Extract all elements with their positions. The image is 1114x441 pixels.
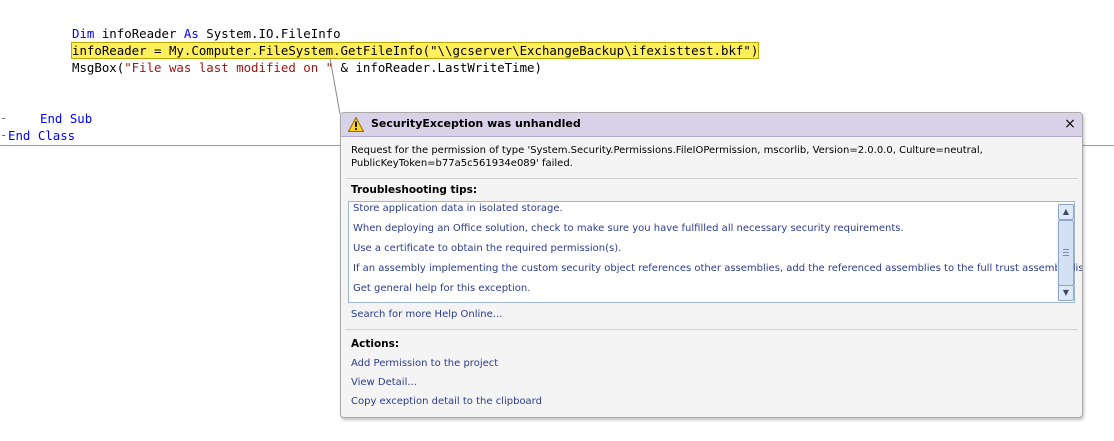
divider [345, 178, 1078, 179]
actions-heading: Actions: [351, 338, 400, 350]
tip-full-trust-assembly[interactable]: If an assembly implementing the custom s… [353, 263, 1082, 274]
add-permission-link[interactable]: Add Permission to the project [351, 358, 498, 369]
scroll-grip [1063, 252, 1069, 253]
scroll-thumb[interactable] [1058, 220, 1074, 286]
scroll-grip [1063, 255, 1069, 256]
close-button[interactable]: × [1063, 116, 1077, 132]
divider [345, 329, 1078, 330]
tip-general-help[interactable]: Get general help for this exception. [353, 283, 530, 294]
warning-icon [348, 117, 364, 132]
scroll-down-button[interactable]: ▼ [1058, 285, 1074, 301]
troubleshooting-heading: Troubleshooting tips: [351, 184, 478, 196]
view-detail-link[interactable]: View Detail... [351, 377, 417, 388]
scroll-up-button[interactable]: ▲ [1058, 204, 1074, 220]
exception-message: Request for the permission of type 'Syst… [351, 145, 983, 169]
exception-header: SecurityException was unhandled × [341, 113, 1082, 137]
troubleshooting-tips-list[interactable]: Store application data in isolated stora… [348, 201, 1082, 303]
tips-scrollbar[interactable]: ▲ ▼ [1057, 203, 1074, 301]
tip-certificate[interactable]: Use a certificate to obtain the required… [353, 243, 621, 254]
copy-exception-detail-link[interactable]: Copy exception detail to the clipboard [351, 396, 542, 407]
exception-title: SecurityException was unhandled [371, 117, 581, 130]
exception-assistant: SecurityException was unhandled × Reques… [340, 112, 1083, 418]
tip-isolated-storage[interactable]: Store application data in isolated stora… [353, 203, 563, 214]
scroll-grip [1063, 249, 1069, 250]
search-help-online-link[interactable]: Search for more Help Online... [351, 309, 502, 320]
tip-office-solution[interactable]: When deploying an Office solution, check… [353, 223, 904, 234]
